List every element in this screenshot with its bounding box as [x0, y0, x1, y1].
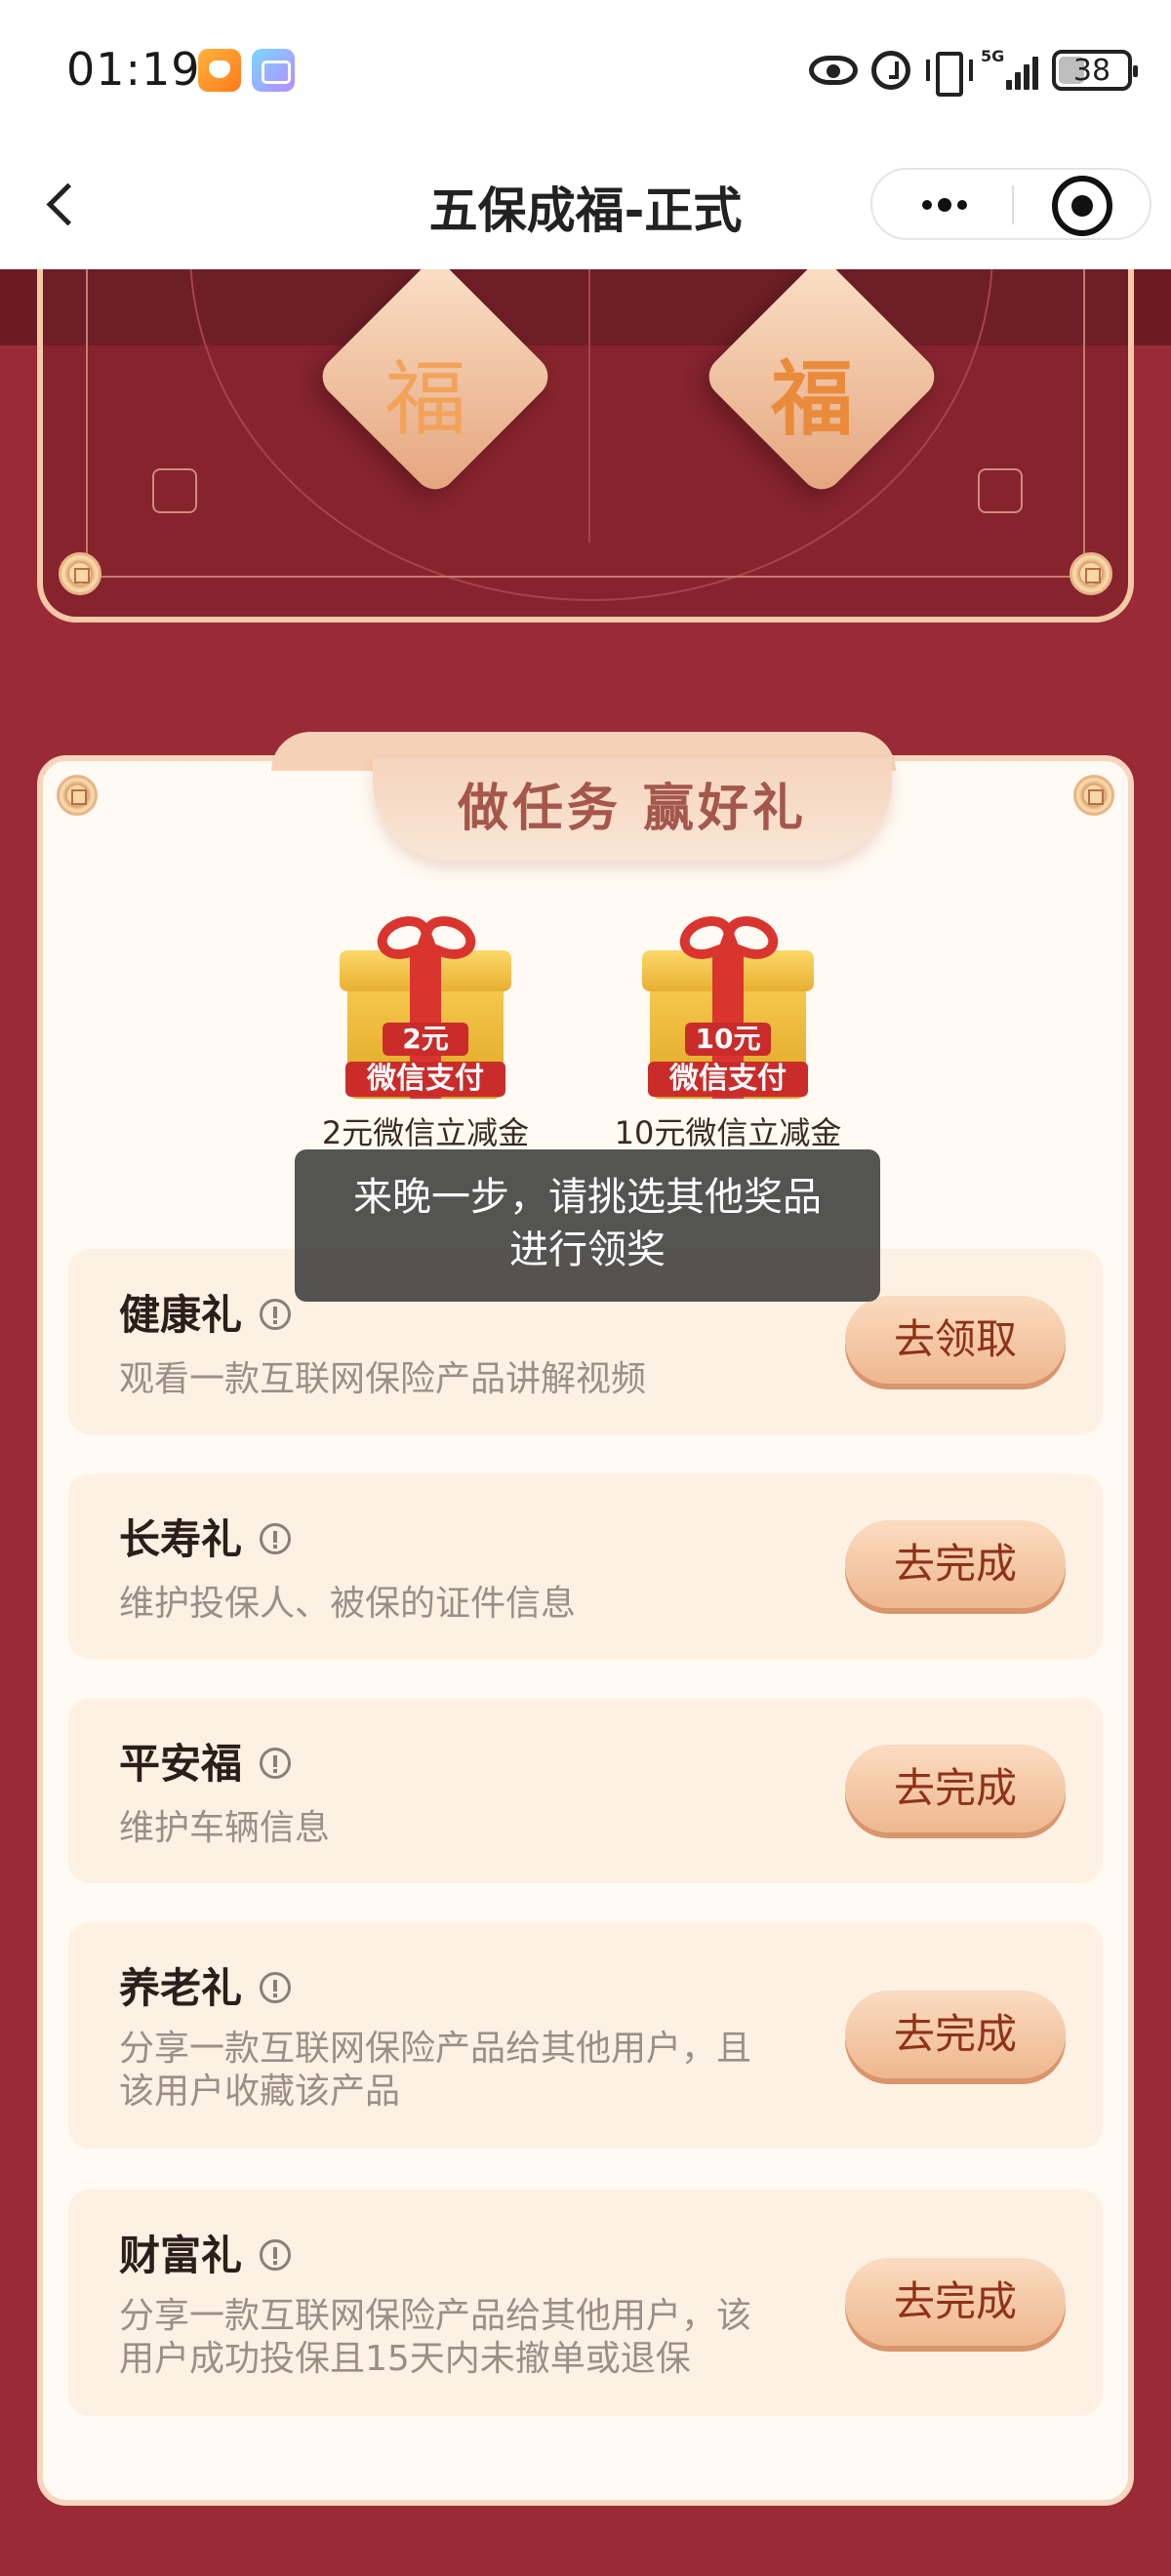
- claim-button[interactable]: 去领取: [845, 1296, 1066, 1384]
- vibrate-icon: [924, 50, 973, 97]
- close-miniprogram-icon[interactable]: [1052, 176, 1112, 236]
- prize-label: 10元微信立减金: [614, 1114, 842, 1151]
- prize-item[interactable]: 2元 微信支付 2元微信立减金: [308, 908, 543, 1153]
- alarm-icon: [871, 51, 910, 90]
- coin-icon: [59, 552, 101, 595]
- miniprogram-capsule: [870, 168, 1151, 240]
- gift-box-icon: 10元 微信支付: [642, 908, 814, 1103]
- complete-button[interactable]: 去完成: [845, 1991, 1066, 2078]
- task-row: 平安福 维护车辆信息 去完成: [68, 1698, 1103, 1883]
- prize-label: 2元微信立减金: [321, 1114, 530, 1151]
- task-row: 养老礼 分享一款互联网保险产品给其他用户，且 该用户收藏该产品 去完成: [68, 1922, 1103, 2149]
- info-icon[interactable]: [260, 1522, 292, 1554]
- notification-app-icon: [198, 49, 241, 92]
- banner-divider: [588, 269, 590, 543]
- battery-percent: 38: [1072, 53, 1111, 88]
- task-row: 长寿礼 维护投保人、被保的证件信息 去完成: [68, 1473, 1103, 1659]
- back-icon[interactable]: [41, 178, 84, 228]
- nav-bar: 五保成福-正式: [0, 137, 1171, 269]
- info-icon[interactable]: [260, 1971, 292, 2003]
- battery-icon: 38: [1052, 50, 1138, 91]
- notification-game-icon: [252, 49, 295, 92]
- prize-pay-tag: 微信支付: [345, 1062, 505, 1097]
- toast-line: 进行领奖: [509, 1228, 666, 1272]
- info-icon[interactable]: [260, 2238, 292, 2271]
- banner-ornament: [978, 468, 1023, 513]
- prize-amount: 2元: [383, 1023, 468, 1056]
- more-icon[interactable]: [915, 189, 974, 221]
- task-name: 平安福: [119, 1731, 292, 1791]
- complete-button[interactable]: 去完成: [845, 2258, 1066, 2346]
- gift-box-icon: 2元 微信支付: [340, 908, 511, 1103]
- task-card: 做任务 赢好礼 2元 微信支付 2元微信立减金 10元 微信支付 10元微信立减…: [37, 732, 1134, 2506]
- toast-line: 来晚一步，请挑选其他奖品: [353, 1175, 822, 1220]
- task-name: 养老礼: [119, 1955, 292, 2015]
- status-icons: 5G 38: [809, 45, 1138, 97]
- task-description: 维护车辆信息: [119, 1808, 331, 1848]
- page-title: 五保成福-正式: [428, 182, 743, 239]
- complete-button[interactable]: 去完成: [845, 1745, 1066, 1832]
- signal-icon: 5G: [981, 47, 1038, 90]
- card-title: 做任务 赢好礼: [457, 780, 808, 838]
- status-time: 01:19: [66, 43, 201, 96]
- banner-ornament: [152, 468, 197, 513]
- prize-amount: 10元: [685, 1023, 771, 1056]
- fu-banner: 福 福: [37, 269, 1134, 623]
- task-description: 分享一款互联网保险产品给其他用户，该 用户成功投保且15天内未撤单或退保: [119, 2296, 752, 2379]
- task-name: 财富礼: [119, 2223, 292, 2282]
- prize-item[interactable]: 10元 微信支付 10元微信立减金: [611, 908, 845, 1153]
- coin-icon: [57, 775, 98, 816]
- toast-message: 来晚一步，请挑选其他奖品 进行领奖: [295, 1149, 880, 1302]
- fu-character-left: 福: [384, 351, 466, 447]
- complete-button[interactable]: 去完成: [845, 1520, 1066, 1608]
- task-description: 观看一款互联网保险产品讲解视频: [119, 1359, 647, 1399]
- capsule-divider: [1012, 185, 1014, 224]
- network-type: 5G: [981, 47, 1005, 65]
- fu-character-right: 福: [770, 350, 853, 447]
- info-icon[interactable]: [260, 1747, 292, 1779]
- task-description: 分享一款互联网保险产品给其他用户，且 该用户收藏该产品: [119, 2029, 752, 2112]
- task-row: 财富礼 分享一款互联网保险产品给其他用户，该 用户成功投保且15天内未撤单或退保 …: [68, 2190, 1103, 2416]
- task-name: 长寿礼: [119, 1507, 292, 1566]
- info-icon[interactable]: [260, 1298, 292, 1330]
- coin-icon: [1070, 552, 1112, 595]
- task-name: 健康礼: [119, 1282, 292, 1342]
- banner-frame: [86, 269, 1085, 578]
- eye-comfort-icon: [809, 56, 858, 85]
- status-bar: 01:19 5G 38: [0, 0, 1171, 137]
- coin-icon: [1073, 775, 1114, 816]
- task-description: 维护投保人、被保的证件信息: [119, 1584, 577, 1624]
- prize-pay-tag: 微信支付: [648, 1062, 808, 1097]
